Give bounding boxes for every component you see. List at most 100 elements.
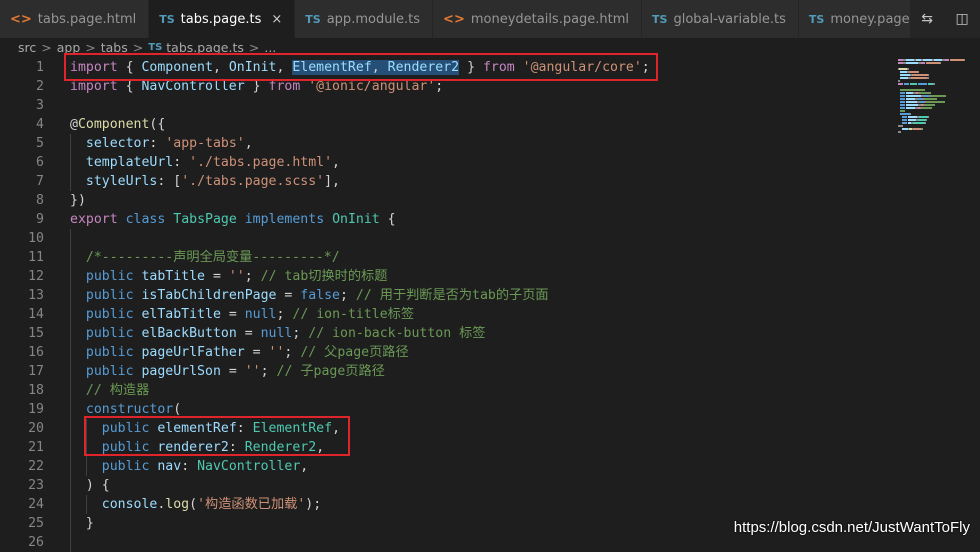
line-number: 2 [36,79,44,94]
code-text: ) { [70,476,110,495]
typescript-file-icon: TS [652,12,668,26]
code-text: public elBackButton = null; // ion-back-… [70,324,486,343]
minimap-token [900,89,925,91]
code-line[interactable]: 22 public nav: NavController, [0,457,900,476]
tab-app-module-ts[interactable]: TS app.module.ts [295,0,434,38]
code-text: public nav: NavController, [70,457,308,476]
minimap-token [933,83,935,85]
compare-changes-icon[interactable]: ⇆ [921,11,933,27]
minimap-token [906,104,918,106]
code-token: class [125,212,166,227]
code-token: selector [85,136,150,151]
code-token: '' [268,345,285,360]
tab-label: global-variable.ts [673,11,786,27]
code-line[interactable]: 13 public isTabChildrenPage = false; // … [0,286,900,305]
code-token: NavController [141,79,245,94]
code-token: public [85,364,134,379]
code-token: = [205,269,229,284]
minimap-token [904,83,909,85]
line-number: 23 [28,478,44,493]
breadcrumb-item-src[interactable]: src [18,40,36,55]
code-token: , [300,459,309,474]
code-line[interactable]: 9 export class TabsPage implements OnInit… [0,210,900,229]
code-line[interactable]: 7 styleUrls: ['./tabs.page.scss'], [0,172,900,191]
code-line[interactable]: 14 public elTabTitle = null; // ion-titl… [0,305,900,324]
minimap-token [898,125,903,127]
code-line[interactable]: 6 templateUrl: './tabs.page.html', [0,153,900,172]
line-number: 25 [28,516,44,531]
line-number: 4 [36,117,44,132]
code-token: implements [244,212,325,227]
code-token: isTabChildrenPage [141,288,277,303]
code-line[interactable]: 17 public pageUrlSon = ''; // 子page页路径 [0,362,900,381]
code-token: Component [77,117,150,132]
code-line[interactable]: 24 console.log('构造函数已加载'); [0,495,900,514]
minimap-token [940,62,941,64]
vertical-scrollbar[interactable] [970,57,980,544]
code-line[interactable]: 8}) [0,191,900,210]
code-editor[interactable]: 1 import { Component, OnInit, ElementRef,… [0,57,980,552]
tab-tabs-page-html[interactable]: <> tabs.page.html [0,0,150,38]
minimap-token [902,122,907,124]
minimap-token [921,62,925,64]
code-token: 'app-tabs' [165,136,245,151]
line-number: 19 [28,402,44,417]
code-line[interactable]: 4 @Component({ [0,115,900,134]
code-token: ( [173,402,182,417]
code-line[interactable]: 3 [0,96,900,115]
code-token: : [ [157,174,182,189]
minimap-token [926,62,940,64]
split-editor-icon[interactable]: ◫ [956,11,969,27]
tab-moneydetails-page-html[interactable]: <> moneydetails.page.html [433,0,643,38]
typescript-file-icon: TS [305,12,321,26]
html-file-icon: <> [443,11,465,27]
minimap-token [950,59,964,61]
minimap[interactable] [898,57,970,197]
code-line[interactable]: 11 /*---------声明全局变量---------*/ [0,248,900,267]
minimap-token [900,107,905,109]
minimap-token [918,83,927,85]
minimap-token [906,62,918,64]
code-token: console [101,497,158,512]
line-number: 18 [28,383,44,398]
code-line[interactable]: 18 // 构造器 [0,381,900,400]
line-number: 20 [28,421,44,436]
minimap-token [900,98,905,100]
code-token: // 父page页路径 [300,345,409,360]
minimap-token [898,80,900,82]
minimap-token [907,68,909,70]
code-token: /*---------声明全局变量---------*/ [85,250,340,265]
code-token: // 用于判断是否为tab的子页面 [355,288,549,303]
code-line[interactable]: 23 ) { [0,476,900,495]
code-token: tabTitle [141,269,206,284]
code-line[interactable]: 16 public pageUrlFather = ''; // 父page页路… [0,343,900,362]
code-line[interactable]: 15 public elBackButton = null; // ion-ba… [0,324,900,343]
minimap-token [909,71,918,73]
tab-tabs-page-ts[interactable]: TS tabs.page.ts × [149,0,296,38]
code-token: public [85,345,134,360]
code-token: } [244,79,269,94]
code-token: = [220,364,245,379]
minimap-token [913,122,925,124]
minimap-token [918,119,926,121]
code-token: elBackButton [141,326,237,341]
minimap-token [924,98,937,100]
code-token: NavController [197,459,301,474]
minimap-token [926,101,945,103]
minimap-token [912,74,928,76]
code-token: templateUrl [85,155,174,170]
code-line[interactable]: 12 public tabTitle = ''; // tab切换时的标题 [0,267,900,286]
code-line[interactable]: 10 [0,229,900,248]
minimap-token [921,128,923,130]
tab-global-variable-ts[interactable]: TS global-variable.ts [642,0,799,38]
code-line[interactable]: 5 selector: 'app-tabs', [0,134,900,153]
minimap-token [906,107,915,109]
code-text: @Component({ [70,115,165,134]
close-icon[interactable]: × [271,12,282,27]
